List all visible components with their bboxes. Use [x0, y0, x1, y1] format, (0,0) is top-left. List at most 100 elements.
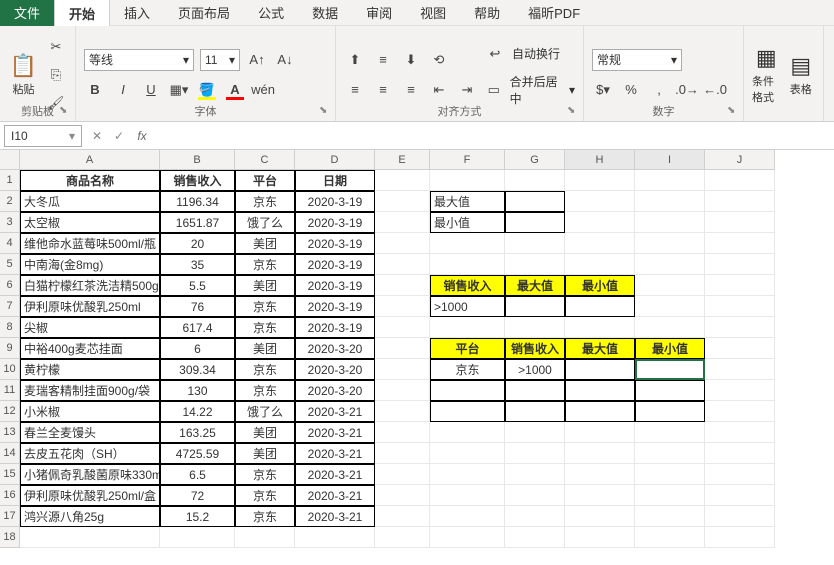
- cell[interactable]: 美团: [235, 233, 295, 254]
- cell[interactable]: [505, 254, 565, 275]
- cell[interactable]: [635, 506, 705, 527]
- align-left-icon[interactable]: ≡: [344, 79, 366, 101]
- cell[interactable]: 京东: [235, 296, 295, 317]
- tab-file[interactable]: 文件: [0, 0, 54, 26]
- cell[interactable]: [565, 254, 635, 275]
- decrease-indent-icon[interactable]: ⇤: [428, 79, 450, 101]
- cell[interactable]: 黄柠檬: [20, 359, 160, 380]
- name-box[interactable]: I10▾: [4, 125, 82, 147]
- increase-font-icon[interactable]: A↑: [246, 49, 268, 71]
- bold-button[interactable]: B: [84, 79, 106, 101]
- cell[interactable]: [430, 170, 505, 191]
- cell[interactable]: >1000: [430, 296, 505, 317]
- cell[interactable]: 2020-3-21: [295, 464, 375, 485]
- cell[interactable]: [505, 170, 565, 191]
- cell[interactable]: 小米椒: [20, 401, 160, 422]
- cell[interactable]: [565, 212, 635, 233]
- row-header[interactable]: 5: [0, 254, 20, 275]
- cell[interactable]: 1651.87: [160, 212, 235, 233]
- cell[interactable]: [635, 296, 705, 317]
- cell[interactable]: 14.22: [160, 401, 235, 422]
- comma-icon[interactable]: ,: [648, 79, 670, 101]
- cell[interactable]: 最小值: [430, 212, 505, 233]
- cell[interactable]: 平台: [430, 338, 505, 359]
- copy-icon[interactable]: ⎘: [45, 64, 67, 86]
- cell[interactable]: [430, 401, 505, 422]
- cell[interactable]: 2020-3-19: [295, 233, 375, 254]
- cell[interactable]: [375, 254, 430, 275]
- row-header[interactable]: 7: [0, 296, 20, 317]
- cell[interactable]: 1196.34: [160, 191, 235, 212]
- cell[interactable]: 15.2: [160, 506, 235, 527]
- underline-button[interactable]: U: [140, 79, 162, 101]
- col-header[interactable]: G: [505, 150, 565, 170]
- cell[interactable]: 小猪佩奇乳酸菌原味330m: [20, 464, 160, 485]
- font-color-button[interactable]: A: [224, 79, 246, 101]
- cell[interactable]: [375, 170, 430, 191]
- merge-label[interactable]: 合并后居中: [510, 73, 563, 107]
- cell[interactable]: 鸿兴源八角25g: [20, 506, 160, 527]
- cell[interactable]: [705, 422, 775, 443]
- cell[interactable]: [430, 233, 505, 254]
- tab-data[interactable]: 数据: [298, 0, 352, 26]
- cell[interactable]: 2020-3-19: [295, 212, 375, 233]
- cell[interactable]: [505, 485, 565, 506]
- percent-icon[interactable]: %: [620, 79, 642, 101]
- col-header[interactable]: I: [635, 150, 705, 170]
- formula-input[interactable]: [154, 125, 834, 147]
- cell[interactable]: [705, 380, 775, 401]
- cell[interactable]: [635, 191, 705, 212]
- cell[interactable]: [705, 359, 775, 380]
- cell[interactable]: 最大值: [505, 275, 565, 296]
- cell[interactable]: [705, 317, 775, 338]
- col-header[interactable]: J: [705, 150, 775, 170]
- currency-icon[interactable]: $▾: [592, 79, 614, 101]
- cell[interactable]: [565, 233, 635, 254]
- tab-insert[interactable]: 插入: [110, 0, 164, 26]
- cell[interactable]: [235, 527, 295, 548]
- cancel-icon[interactable]: ✕: [86, 129, 108, 143]
- clipboard-dialog-launcher[interactable]: ⬊: [59, 105, 73, 119]
- cell[interactable]: [375, 359, 430, 380]
- row-header[interactable]: 9: [0, 338, 20, 359]
- cell[interactable]: 最大值: [565, 338, 635, 359]
- increase-decimal-icon[interactable]: .0→: [676, 79, 698, 101]
- cell[interactable]: 2020-3-21: [295, 485, 375, 506]
- cell[interactable]: 2020-3-19: [295, 275, 375, 296]
- align-center-icon[interactable]: ≡: [372, 79, 394, 101]
- cell[interactable]: 日期: [295, 170, 375, 191]
- cell[interactable]: [295, 527, 375, 548]
- row-header[interactable]: 1: [0, 170, 20, 191]
- row-header[interactable]: 6: [0, 275, 20, 296]
- cell[interactable]: [705, 443, 775, 464]
- cell[interactable]: [705, 338, 775, 359]
- cell[interactable]: 大冬瓜: [20, 191, 160, 212]
- cell[interactable]: [705, 296, 775, 317]
- table-format-button[interactable]: ▤表格: [787, 30, 816, 119]
- cell[interactable]: [505, 401, 565, 422]
- orientation-icon[interactable]: ⟲: [428, 49, 450, 71]
- tab-foxit[interactable]: 福昕PDF: [514, 0, 594, 26]
- cell[interactable]: [635, 380, 705, 401]
- cell[interactable]: 最小值: [565, 275, 635, 296]
- cell[interactable]: 6.5: [160, 464, 235, 485]
- cell[interactable]: 京东: [235, 359, 295, 380]
- cell[interactable]: 20: [160, 233, 235, 254]
- cell[interactable]: [635, 212, 705, 233]
- row-header[interactable]: 8: [0, 317, 20, 338]
- cell[interactable]: [565, 380, 635, 401]
- cell[interactable]: [635, 254, 705, 275]
- col-header[interactable]: B: [160, 150, 235, 170]
- cell[interactable]: >1000: [505, 359, 565, 380]
- cell[interactable]: [705, 485, 775, 506]
- cell[interactable]: 销售收入: [160, 170, 235, 191]
- cell[interactable]: 维他命水蓝莓味500ml/瓶: [20, 233, 160, 254]
- cell[interactable]: [635, 170, 705, 191]
- cell[interactable]: [375, 485, 430, 506]
- cell[interactable]: 饿了么: [235, 401, 295, 422]
- row-header[interactable]: 14: [0, 443, 20, 464]
- cell[interactable]: [565, 401, 635, 422]
- cell[interactable]: 72: [160, 485, 235, 506]
- cell[interactable]: [635, 317, 705, 338]
- align-bottom-icon[interactable]: ⬇: [400, 49, 422, 71]
